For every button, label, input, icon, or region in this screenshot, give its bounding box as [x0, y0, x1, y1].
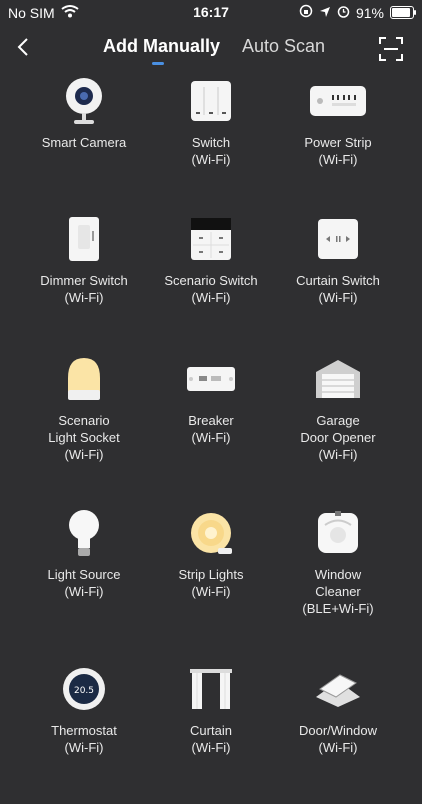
- battery-percent: 91%: [355, 4, 384, 21]
- device-garage-door-opener[interactable]: Garage Door Opener (Wi-Fi): [273, 354, 403, 463]
- device-scenario-switch[interactable]: Scenario Switch (Wi-Fi): [146, 214, 276, 306]
- tab-add-manually[interactable]: Add Manually: [103, 36, 220, 57]
- battery-fill: [392, 8, 410, 17]
- device-dimmer-switch[interactable]: Dimmer Switch (Wi-Fi): [19, 214, 149, 306]
- device-scenario-light-socket[interactable]: Scenario Light Socket (Wi-Fi): [19, 354, 149, 463]
- device-door-window[interactable]: Door/Window (Wi-Fi): [273, 664, 403, 756]
- location-icon: [319, 5, 331, 21]
- battery-icon: [390, 6, 416, 19]
- orientation-lock-icon: [299, 4, 313, 21]
- device-label: Breaker (Wi-Fi): [188, 413, 234, 445]
- device-window-cleaner[interactable]: Window Cleaner (BLE+Wi-Fi): [273, 508, 403, 617]
- device-label: Garage Door Opener (Wi-Fi): [300, 413, 376, 462]
- thermostat-icon: 20.5: [54, 664, 114, 714]
- nav-bar: Add Manually Auto Scan: [0, 28, 422, 72]
- breaker-icon: [181, 354, 241, 404]
- scan-button[interactable]: [378, 36, 404, 62]
- device-breaker[interactable]: Breaker (Wi-Fi): [146, 354, 276, 446]
- switch-icon: [181, 76, 241, 126]
- tab-auto-scan[interactable]: Auto Scan: [242, 36, 325, 57]
- status-bar: No SIM 16:17 91%: [0, 0, 422, 24]
- device-label: Scenario Light Socket (Wi-Fi): [48, 413, 120, 462]
- device-label: Light Source (Wi-Fi): [47, 567, 121, 599]
- device-label: Strip Lights (Wi-Fi): [178, 567, 244, 599]
- device-label: Scenario Switch (Wi-Fi): [164, 273, 258, 305]
- device-label: Dimmer Switch (Wi-Fi): [40, 273, 128, 305]
- device-curtain-switch[interactable]: Curtain Switch (Wi-Fi): [273, 214, 403, 306]
- device-label: Power Strip (Wi-Fi): [304, 135, 372, 167]
- device-label: Curtain Switch (Wi-Fi): [296, 273, 380, 305]
- status-right: 91%: [299, 4, 416, 21]
- device-row: Dimmer Switch (Wi-Fi) Scenario Switch (W…: [0, 214, 422, 354]
- device-power-strip[interactable]: Power Strip (Wi-Fi): [273, 76, 403, 168]
- light-socket-icon: [54, 354, 114, 404]
- device-row: Scenario Light Socket (Wi-Fi) Breaker (W…: [0, 354, 422, 494]
- strip-lights-icon: [181, 508, 241, 558]
- door-window-sensor-icon: [308, 664, 368, 714]
- device-label: Thermostat (Wi-Fi): [51, 723, 117, 755]
- back-button[interactable]: [8, 34, 38, 64]
- device-switch[interactable]: Switch (Wi-Fi): [146, 76, 276, 168]
- device-label: Smart Camera: [41, 135, 127, 150]
- device-label: Window Cleaner (BLE+Wi-Fi): [302, 567, 374, 616]
- dimmer-switch-icon: [54, 214, 114, 264]
- tab-bar: Add Manually Auto Scan: [103, 36, 325, 57]
- curtain-icon: [181, 664, 241, 714]
- device-thermostat[interactable]: 20.5 Thermostat (Wi-Fi): [19, 664, 149, 756]
- device-label: Switch (Wi-Fi): [191, 135, 231, 167]
- device-smart-camera[interactable]: Smart Camera: [19, 76, 149, 151]
- device-label: Door/Window (Wi-Fi): [298, 723, 378, 755]
- camera-icon: [54, 76, 114, 126]
- device-strip-lights[interactable]: Strip Lights (Wi-Fi): [146, 508, 276, 600]
- light-bulb-icon: [54, 508, 114, 558]
- window-cleaner-icon: [308, 508, 368, 558]
- curtain-switch-icon: [308, 214, 368, 264]
- device-row: 20.5 Thermostat (Wi-Fi) Curtain (Wi-Fi) …: [0, 664, 422, 804]
- power-strip-icon: [308, 76, 368, 126]
- device-row: Smart Camera Switch (Wi-Fi) Power Strip …: [0, 74, 422, 214]
- thermostat-display: 20.5: [74, 686, 94, 696]
- device-row: Light Source (Wi-Fi) Strip Lights (Wi-Fi…: [0, 508, 422, 648]
- active-tab-indicator: [152, 62, 164, 65]
- scenario-switch-icon: [181, 214, 241, 264]
- device-light-source[interactable]: Light Source (Wi-Fi): [19, 508, 149, 600]
- chevron-left-icon: [17, 37, 29, 62]
- alarm-icon: [337, 5, 350, 21]
- device-label: Curtain (Wi-Fi): [190, 723, 232, 755]
- garage-door-icon: [308, 354, 368, 404]
- device-curtain[interactable]: Curtain (Wi-Fi): [146, 664, 276, 756]
- scan-icon: [378, 37, 404, 66]
